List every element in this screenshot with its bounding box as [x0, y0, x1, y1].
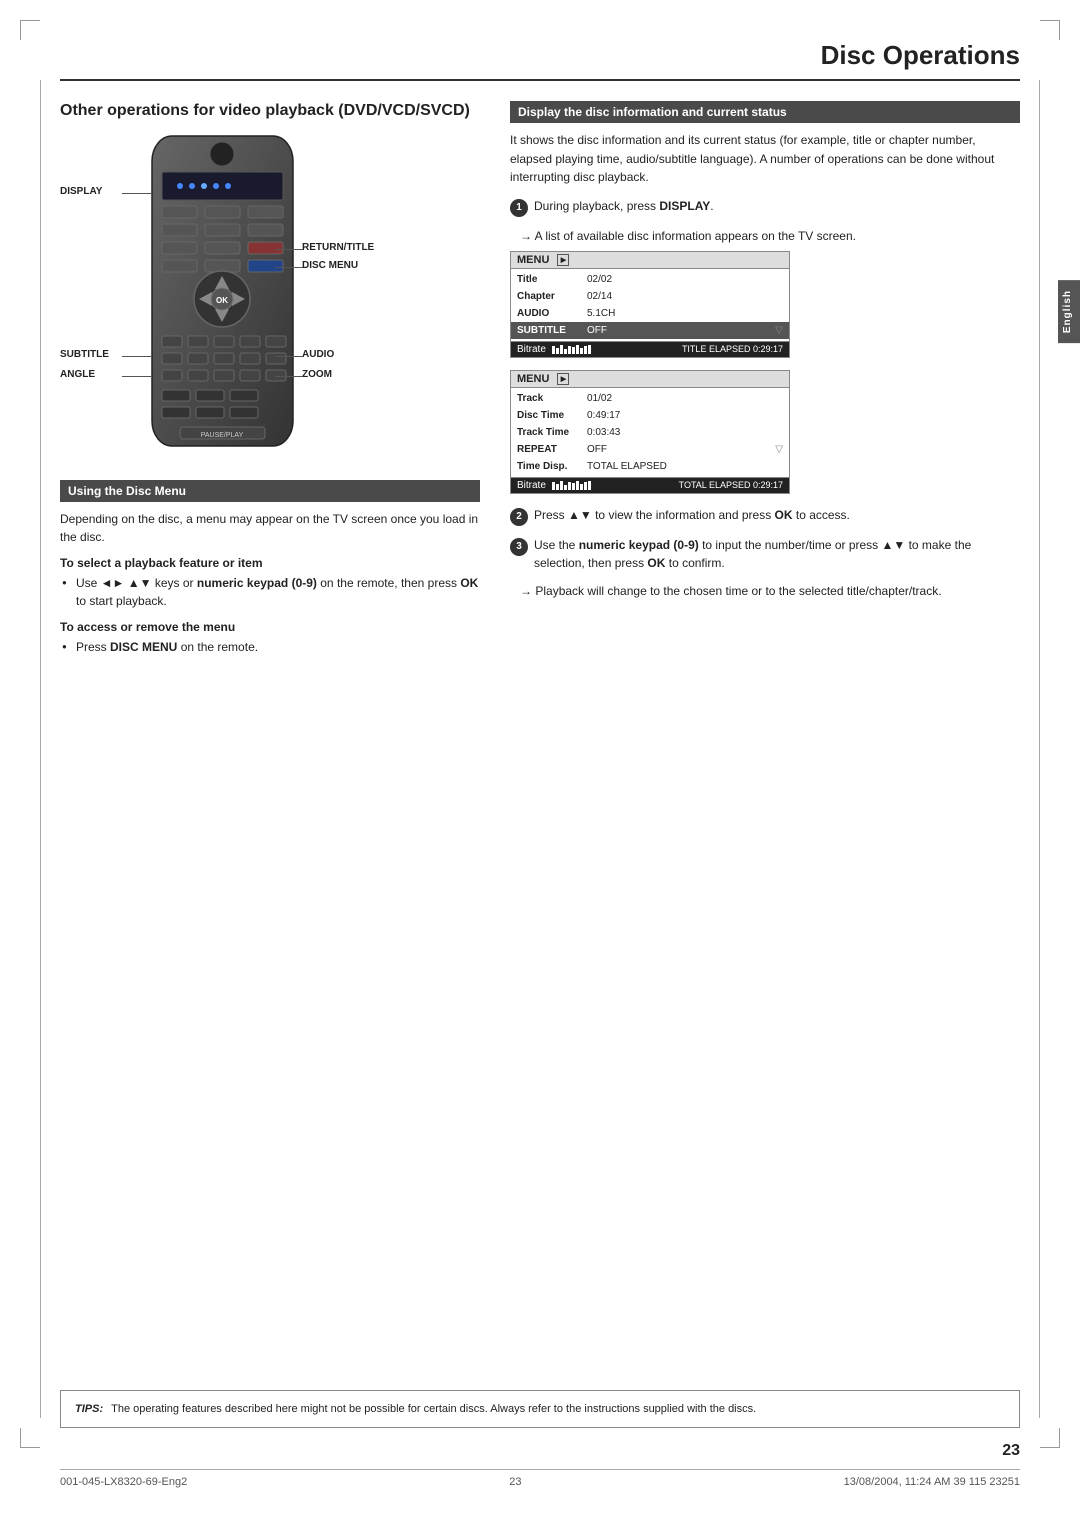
- menu2-header: MENU ▶: [511, 371, 789, 388]
- footer: 001-045-LX8320-69-Eng2 23 13/08/2004, 11…: [60, 1469, 1020, 1488]
- step3-arrow: Playback will change to the chosen time …: [520, 582, 1020, 600]
- return-title-line: [275, 249, 303, 250]
- subtitle-label: SUBTITLE: [60, 349, 109, 360]
- left-section-title: Other operations for video playback (DVD…: [60, 101, 480, 122]
- select-feature-title: To select a playback feature or item: [60, 556, 480, 570]
- step3-section: 3 Use the numeric keypad (0-9) to input …: [510, 536, 1020, 572]
- disc-menu-label: DISC MENU: [302, 260, 358, 271]
- page-number: 23: [1002, 1442, 1020, 1460]
- angle-label: ANGLE: [60, 369, 95, 380]
- menu2-bitrate-info: TOTAL ELAPSED 0:29:17: [679, 480, 783, 490]
- step2-content: Press ▲▼ to view the information and pre…: [534, 506, 1020, 524]
- step1-arrow: A list of available disc information app…: [520, 227, 1020, 245]
- menu1-header-label: MENU: [517, 254, 549, 266]
- menu1-bitrate-info: TITLE ELAPSED 0:29:17: [682, 344, 783, 354]
- remote-svg: OK: [150, 134, 295, 449]
- menu2-rows: Track 01/02 Disc Time 0:49:17 Track Time…: [511, 388, 789, 477]
- menu1-bitrate-row: Bitrate TITLE ELAPSED 0:29:17: [511, 341, 789, 357]
- main-content: Other operations for video playback (DVD…: [60, 101, 1020, 662]
- menu1-row-subtitle: SUBTITLE OFF ▽: [511, 322, 789, 339]
- right-column: Display the disc information and current…: [510, 101, 1020, 662]
- right-section-header: Display the disc information and current…: [510, 101, 1020, 123]
- disc-menu-header: Using the Disc Menu: [60, 480, 480, 502]
- menu2-play-icon: ▶: [557, 373, 569, 385]
- menu2-bitrate-row: Bitrate TOTAL ELAPSED 0:29:17: [511, 477, 789, 493]
- footer-right: 13/08/2004, 11:24 AM 39 115 23251: [844, 1476, 1020, 1488]
- page-title: Disc Operations: [60, 40, 1020, 81]
- angle-line: [122, 376, 152, 377]
- left-column: Other operations for video playback (DVD…: [60, 101, 480, 662]
- access-menu-bullet: Press DISC MENU on the remote.: [76, 638, 480, 656]
- step3-number: 3: [510, 538, 528, 556]
- access-menu-title: To access or remove the menu: [60, 620, 480, 634]
- footer-center: 23: [509, 1476, 521, 1488]
- disc-menu-description: Depending on the disc, a menu may appear…: [60, 510, 480, 546]
- menu1-play-icon: ▶: [557, 254, 569, 266]
- return-title-label: RETURN/TITLE: [302, 242, 374, 253]
- display-label: DISPLAY: [60, 186, 102, 197]
- remote-diagram: OK: [60, 134, 450, 464]
- menu1-header: MENU ▶: [511, 252, 789, 269]
- menu2-bitrate-label: Bitrate: [517, 480, 546, 491]
- select-feature-bullet: Use ◄► ▲▼ keys or numeric keypad (0-9) o…: [76, 574, 480, 610]
- menu1-row-audio: AUDIO 5.1CH: [511, 305, 789, 322]
- tips-label: TIPS:: [75, 1401, 103, 1418]
- menu1-row-chapter: Chapter 02/14: [511, 288, 789, 305]
- menu1-bitrate-label: Bitrate: [517, 344, 546, 355]
- tips-text: The operating features described here mi…: [111, 1401, 756, 1418]
- tips-box: TIPS: The operating features described h…: [60, 1390, 1020, 1429]
- audio-line: [275, 356, 303, 357]
- menu1-row-title: Title 02/02: [511, 271, 789, 288]
- svg-text:OK: OK: [216, 296, 228, 305]
- disc-menu-section: Using the Disc Menu Depending on the dis…: [60, 480, 480, 656]
- menu2-row-track: Track 01/02: [511, 390, 789, 407]
- step3-content: Use the numeric keypad (0-9) to input th…: [534, 536, 1020, 572]
- menu2-row-disctime: Disc Time 0:49:17: [511, 407, 789, 424]
- step1-number: 1: [510, 199, 528, 217]
- zoom-line: [275, 376, 303, 377]
- menu2-row-timedisp: Time Disp. TOTAL ELAPSED: [511, 458, 789, 475]
- menu2-header-label: MENU: [517, 373, 549, 385]
- step2-section: 2 Press ▲▼ to view the information and p…: [510, 506, 1020, 526]
- menu2-row-tracktime: Track Time 0:03:43: [511, 424, 789, 441]
- display-line: [122, 193, 152, 194]
- step2-number: 2: [510, 508, 528, 526]
- footer-left: 001-045-LX8320-69-Eng2: [60, 1476, 187, 1488]
- disc-menu-line: [275, 267, 303, 268]
- menu2-bitrate-bars: [552, 481, 591, 490]
- menu2-row-repeat: REPEAT OFF ▽: [511, 441, 789, 458]
- subtitle-line: [122, 356, 152, 357]
- menu-display-1: MENU ▶ Title 02/02 Chapter 02/14 AUDIO 5…: [510, 251, 790, 358]
- menu1-bitrate-bars: [552, 345, 591, 354]
- zoom-label: ZOOM: [302, 369, 332, 380]
- svg-text:PAUSE/PLAY: PAUSE/PLAY: [201, 432, 244, 439]
- audio-label: AUDIO: [302, 349, 334, 360]
- menu1-rows: Title 02/02 Chapter 02/14 AUDIO 5.1CH SU…: [511, 269, 789, 341]
- step1-content: During playback, press DISPLAY.: [534, 197, 1020, 215]
- menu-display-2: MENU ▶ Track 01/02 Disc Time 0:49:17 Tra…: [510, 370, 790, 494]
- step1-section: 1 During playback, press DISPLAY.: [510, 197, 1020, 217]
- right-section-description: It shows the disc information and its cu…: [510, 131, 1020, 187]
